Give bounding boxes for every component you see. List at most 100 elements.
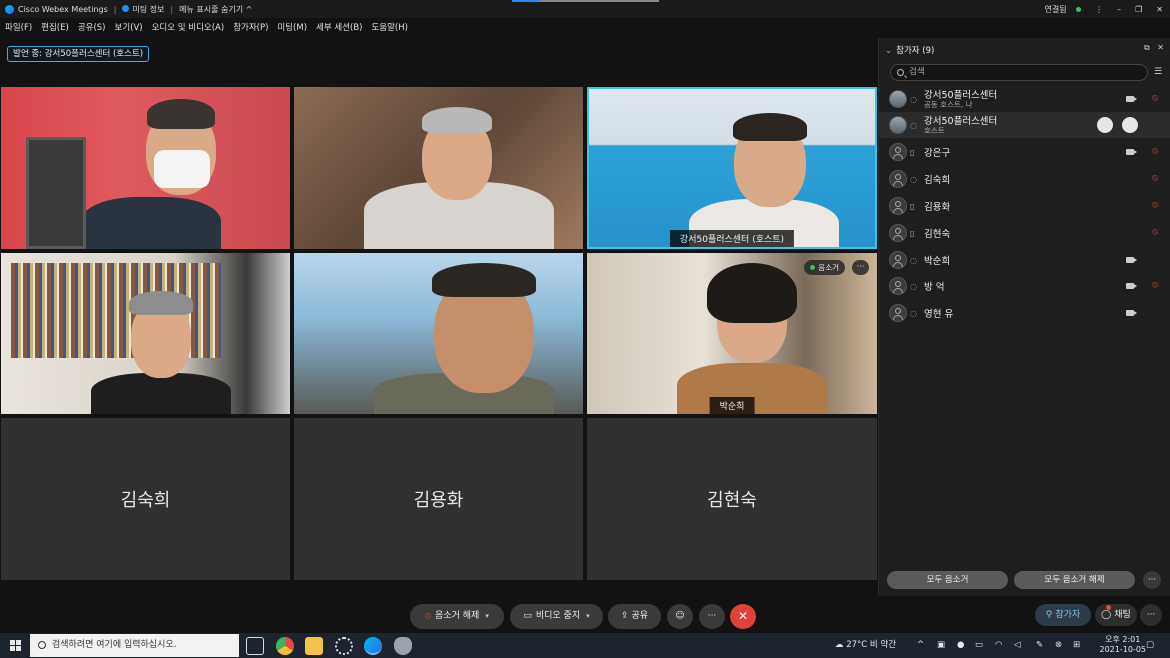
chat-notification-dot [1106,605,1111,610]
video-tile-1[interactable] [1,87,290,249]
mic-muted-icon[interactable]: ⦸ [1152,200,1158,210]
mic-muted-icon[interactable]: ⦸ [1152,93,1158,103]
participant-row[interactable]: ▯ 김용화 ⦸ [879,193,1170,219]
status-dot-icon [1076,6,1082,12]
participant-action-button[interactable] [1097,117,1113,133]
more-options-button[interactable]: ··· [699,604,725,629]
participant-row[interactable]: ▯ 김현숙 ⦸ [879,220,1170,246]
chrome-icon[interactable] [276,637,294,655]
menu-help[interactable]: 도움말(H) [371,21,407,33]
sort-list-icon[interactable]: ☰ [1154,67,1164,77]
video-tile-2[interactable] [294,87,583,249]
mic-muted-icon[interactable]: ⦸ [1152,227,1158,237]
participant-search-input[interactable]: 검색 [890,64,1148,81]
mic-muted-icon[interactable]: ⦸ [1152,173,1158,183]
participant-row[interactable]: ▯ 강은구 ⦸ [879,139,1170,165]
participants-tab-button[interactable]: ⚲ 참가자 [1035,604,1091,626]
video-tile-3-host[interactable]: 강서50플러스센터 (호스트) [587,87,877,249]
mic-muted-icon[interactable]: ⦸ [1152,280,1158,290]
active-speaker-badge: 발언 중: 강서50플러스센터 (호스트) [7,46,150,62]
menu-breakout[interactable]: 세부 세션(B) [316,21,362,33]
taskbar-search-input[interactable]: 검색하려면 여기에 입력하십시오. [30,634,239,657]
close-button[interactable]: ✕ [1156,5,1163,14]
close-panel-icon[interactable]: ✕ [1157,43,1164,52]
tray-pen-icon[interactable]: ✎ [1036,633,1043,658]
taskbar-clock[interactable]: 오후 2:01 2021-10-05 [1100,635,1147,655]
tray-chevron-up-icon[interactable]: ^ [917,633,924,658]
video-camera-icon [1126,283,1137,289]
menu-file[interactable]: 파일(F) [5,21,32,33]
unmute-all-button[interactable]: 모두 음소거 해제 [1014,571,1135,589]
stop-video-button[interactable]: ▭ 비디오 중지 ▾ [510,604,603,629]
mic-muted-icon[interactable]: ⦸ [1152,146,1158,156]
video-tile-7-no-video[interactable]: 김숙희 [1,418,290,580]
panel-more-button[interactable]: ··· [1143,571,1161,589]
task-view-icon[interactable] [246,637,264,655]
video-tile-6[interactable]: 음소거 ··· 박순희 [587,253,877,414]
smiley-icon: ☺ [675,611,685,621]
shield-icon[interactable] [394,637,412,655]
tile-name-label: 강서50플러스센터 (호스트) [669,230,795,247]
chat-tab-button[interactable]: ◯ 채팅 [1095,604,1137,626]
video-camera-icon [1126,310,1137,316]
webex-taskbar-icon[interactable] [364,637,382,655]
menu-edit[interactable]: 편집(E) [41,21,69,33]
mute-participant-button[interactable]: 음소거 [804,260,845,275]
tray-volume-icon[interactable]: ◁ [1014,633,1021,658]
video-tile-5[interactable] [294,253,583,414]
menu-meeting[interactable]: 미팅(M) [277,21,307,33]
tray-ime-icon[interactable]: ⊞ [1073,633,1080,658]
panel-title[interactable]: ⌄ 참가자 (9) [885,44,934,56]
file-explorer-icon[interactable] [305,637,323,655]
video-tile-8-no-video[interactable]: 김용화 [294,418,583,580]
side-more-button[interactable]: ··· [1140,604,1162,626]
menu-participants[interactable]: 참가자(P) [233,21,268,33]
tray-battery-icon[interactable]: ▭ [975,633,983,658]
mute-all-button[interactable]: 모두 음소거 [887,571,1008,589]
tray-sync-icon[interactable]: ⊗ [1055,633,1062,658]
share-button[interactable]: ⇪ 공유 [608,604,661,629]
unmute-button[interactable]: ⦸ 음소거 해제 ▾ [410,604,504,629]
meeting-info-button[interactable]: 미팅 정보 [122,4,164,15]
avatar [889,143,907,161]
chat-bubble-icon: ◯ [1101,610,1112,620]
drag-handle[interactable] [512,0,659,2]
hide-menu-button[interactable]: 메뉴 표시줄 숨기기 ^ [179,4,252,15]
weather-widget[interactable]: ☁ 27°C 비 약간 [835,633,896,658]
window-controls: 연결됨 ⋮ – ❐ ✕ [1030,0,1170,18]
video-tile-9-no-video[interactable]: 김현숙 [587,418,877,580]
maximize-button[interactable]: ❐ [1135,5,1142,14]
windows-taskbar: 검색하려면 여기에 입력하십시오. ☁ 27°C 비 약간 ^ ▣ ● ▭ ◠ … [0,633,1170,658]
video-camera-icon [1126,149,1137,155]
participants-panel: ⌄ 참가자 (9) ⧉ ✕ 검색 ☰ ◌ 강서50플러스센터 공동 호스트, 나 … [878,38,1170,596]
menu-share[interactable]: 공유(S) [78,21,106,33]
windows-start-icon[interactable] [10,640,21,651]
reactions-button[interactable]: ☺ [667,604,693,629]
tray-device-icon[interactable]: ▣ [937,633,945,658]
notification-center-icon[interactable]: ▢ [1146,633,1154,658]
webex-logo-icon [5,4,14,14]
participant-row[interactable]: ◌ 강서50플러스센터 공동 호스트, 나 ⦸ [879,86,1170,112]
tile-participant-name: 김용화 [413,490,464,511]
participant-row[interactable]: ◌ 영현 유 [879,300,1170,326]
close-icon: ✕ [737,609,749,623]
tray-wifi-icon[interactable]: ◠ [995,633,1002,658]
popout-icon[interactable]: ⧉ [1144,43,1150,52]
mask [154,150,210,188]
participant-row[interactable]: ◌ 김숙희 ⦸ [879,166,1170,192]
participant-row[interactable]: ◌ 강서50플러스센터 호스트 [879,112,1170,138]
settings-gear-icon[interactable] [335,637,353,655]
participant-row[interactable]: ◌ 방 억 ⦸ [879,273,1170,299]
participant-row[interactable]: ◌ 박순희 [879,247,1170,273]
minimize-button[interactable]: – [1117,5,1121,14]
participant-chat-button[interactable] [1122,117,1138,133]
menu-audio-video[interactable]: 오디오 및 비디오(A) [152,21,225,33]
menu-dots-icon[interactable]: ⋮ [1095,5,1103,14]
phone-icon: ▯ [910,229,915,238]
tray-mic-icon[interactable]: ● [957,633,964,658]
menu-view[interactable]: 보기(V) [115,21,143,33]
title-bar: Cisco Webex Meetings | 미팅 정보 | 메뉴 표시줄 숨기… [0,0,1170,18]
video-tile-4[interactable] [1,253,290,414]
end-meeting-button[interactable]: ✕ [730,604,756,629]
tile-more-button[interactable]: ··· [852,260,869,275]
